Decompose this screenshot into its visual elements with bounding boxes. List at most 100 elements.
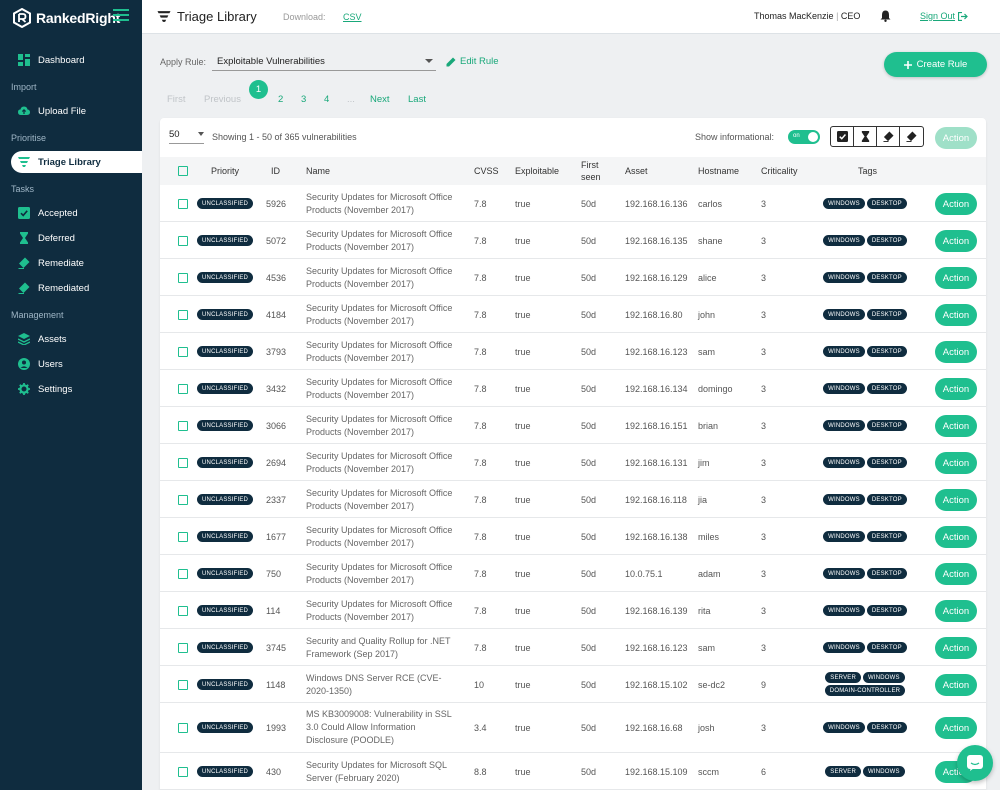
column-exploitable[interactable]: Exploitable [515, 166, 559, 176]
row-action-button[interactable]: Action [935, 230, 977, 252]
row-action-button[interactable]: Action [935, 304, 977, 326]
pagination-page-2[interactable]: 2 [278, 94, 283, 105]
priority-badge[interactable]: UNCLASSIFIED [197, 420, 254, 431]
priority-badge[interactable]: UNCLASSIFIED [197, 722, 254, 733]
sidebar-item-settings[interactable]: Settings [0, 378, 142, 400]
row-action-button[interactable]: Action [935, 452, 977, 474]
priority-badge[interactable]: UNCLASSIFIED [197, 309, 254, 320]
row-checkbox[interactable] [178, 495, 188, 505]
row-checkbox[interactable] [178, 458, 188, 468]
pagination-page-1[interactable]: 1 [249, 80, 268, 99]
row-checkbox[interactable] [178, 273, 188, 283]
row-checkbox[interactable] [178, 532, 188, 542]
sidebar-item-users[interactable]: Users [0, 353, 142, 375]
column-name[interactable]: Name [306, 166, 330, 176]
cell-name[interactable]: Security Updates for Microsoft Office Pr… [306, 265, 456, 291]
column-id[interactable]: ID [271, 166, 280, 176]
sidebar-item-dashboard[interactable]: Dashboard [0, 49, 142, 71]
priority-badge[interactable]: UNCLASSIFIED [197, 198, 254, 209]
sidebar-item-assets[interactable]: Assets [0, 328, 142, 350]
row-action-button[interactable]: Action [935, 267, 977, 289]
bell-icon[interactable] [880, 10, 891, 22]
cell-name[interactable]: Security Updates for Microsoft Office Pr… [306, 598, 456, 624]
row-checkbox[interactable] [178, 643, 188, 653]
row-action-button[interactable]: Action [935, 674, 977, 696]
cell-name[interactable]: Windows DNS Server RCE (CVE-2020-1350) [306, 672, 456, 698]
priority-badge[interactable]: UNCLASSIFIED [197, 679, 254, 690]
cell-name[interactable]: Security Updates for Microsoft Office Pr… [306, 487, 456, 513]
pagination-page-4[interactable]: 4 [324, 94, 329, 105]
row-action-button[interactable]: Action [935, 193, 977, 215]
row-checkbox[interactable] [178, 384, 188, 394]
per-page-select[interactable]: 50 [169, 129, 204, 144]
priority-badge[interactable]: UNCLASSIFIED [197, 383, 254, 394]
priority-badge[interactable]: UNCLASSIFIED [197, 235, 254, 246]
sidebar-item-accepted[interactable]: Accepted [0, 202, 142, 224]
select-all-checkbox[interactable] [178, 166, 188, 176]
pagination-last[interactable]: Last [408, 94, 426, 105]
cell-name[interactable]: Security Updates for Microsoft Office Pr… [306, 376, 456, 402]
row-checkbox[interactable] [178, 347, 188, 357]
row-action-button[interactable]: Action [935, 717, 977, 739]
cell-name[interactable]: Security Updates for Microsoft Office Pr… [306, 191, 456, 217]
pagination-first[interactable]: First [167, 94, 185, 105]
row-action-button[interactable]: Action [935, 415, 977, 437]
row-checkbox[interactable] [178, 199, 188, 209]
row-checkbox[interactable] [178, 236, 188, 246]
filter-accepted-button[interactable] [831, 127, 854, 146]
priority-badge[interactable]: UNCLASSIFIED [197, 531, 254, 542]
row-checkbox[interactable] [178, 421, 188, 431]
cell-name[interactable]: MS KB3009008: Vulnerability in SSL 3.0 C… [306, 708, 456, 747]
priority-badge[interactable]: UNCLASSIFIED [197, 272, 254, 283]
rule-select[interactable]: Exploitable Vulnerabilities [212, 51, 436, 71]
filter-remediate-button[interactable] [877, 127, 900, 146]
priority-badge[interactable]: UNCLASSIFIED [197, 642, 254, 653]
pagination-previous[interactable]: Previous [204, 94, 241, 105]
row-checkbox[interactable] [178, 767, 188, 777]
cell-name[interactable]: Security Updates for Microsoft Office Pr… [306, 561, 456, 587]
chat-launcher-button[interactable] [957, 745, 993, 781]
column-priority[interactable]: Priority [211, 166, 239, 176]
app-logo[interactable]: RankedRight [12, 8, 120, 28]
row-checkbox[interactable] [178, 310, 188, 320]
bulk-action-button[interactable]: Action [935, 127, 977, 149]
row-checkbox[interactable] [178, 680, 188, 690]
edit-rule-button[interactable]: Edit Rule [446, 56, 499, 67]
row-action-button[interactable]: Action [935, 341, 977, 363]
row-action-button[interactable]: Action [935, 600, 977, 622]
column-asset[interactable]: Asset [625, 166, 648, 176]
column-hostname[interactable]: Hostname [698, 166, 739, 176]
filter-remediated-button[interactable] [900, 127, 923, 146]
cell-name[interactable]: Security Updates for Microsoft Office Pr… [306, 339, 456, 365]
pagination-page-3[interactable]: 3 [301, 94, 306, 105]
sidebar-item-upload-file[interactable]: Upload File [0, 100, 142, 122]
sidebar-item-deferred[interactable]: Deferred [0, 227, 142, 249]
row-action-button[interactable]: Action [935, 526, 977, 548]
priority-badge[interactable]: UNCLASSIFIED [197, 568, 254, 579]
filter-deferred-button[interactable] [854, 127, 877, 146]
row-checkbox[interactable] [178, 569, 188, 579]
row-action-button[interactable]: Action [935, 637, 977, 659]
row-action-button[interactable]: Action [935, 563, 977, 585]
row-action-button[interactable]: Action [935, 378, 977, 400]
menu-toggle-icon[interactable] [113, 9, 129, 21]
row-checkbox[interactable] [178, 723, 188, 733]
download-csv-link[interactable]: CSV [343, 12, 362, 22]
cell-name[interactable]: Security Updates for Microsoft Office Pr… [306, 524, 456, 550]
cell-name[interactable]: Security Updates for Microsoft Office Pr… [306, 413, 456, 439]
column-criticality[interactable]: Criticality [761, 166, 798, 176]
priority-badge[interactable]: UNCLASSIFIED [197, 766, 254, 777]
sign-out-link[interactable]: Sign Out [920, 11, 968, 21]
row-checkbox[interactable] [178, 606, 188, 616]
sidebar-item-triage-library[interactable]: Triage Library [11, 151, 142, 173]
create-rule-button[interactable]: Create Rule [884, 52, 987, 77]
row-action-button[interactable]: Action [935, 489, 977, 511]
priority-badge[interactable]: UNCLASSIFIED [197, 605, 254, 616]
user-info[interactable]: Thomas MacKenzie | CEO [754, 11, 860, 21]
show-informational-toggle[interactable]: on [788, 130, 820, 144]
pagination-next[interactable]: Next [370, 94, 390, 105]
priority-badge[interactable]: UNCLASSIFIED [197, 346, 254, 357]
column-first-seen[interactable]: First seen [581, 159, 601, 183]
cell-name[interactable]: Security Updates for Microsoft Office Pr… [306, 302, 456, 328]
cell-name[interactable]: Security Updates for Microsoft Office Pr… [306, 228, 456, 254]
